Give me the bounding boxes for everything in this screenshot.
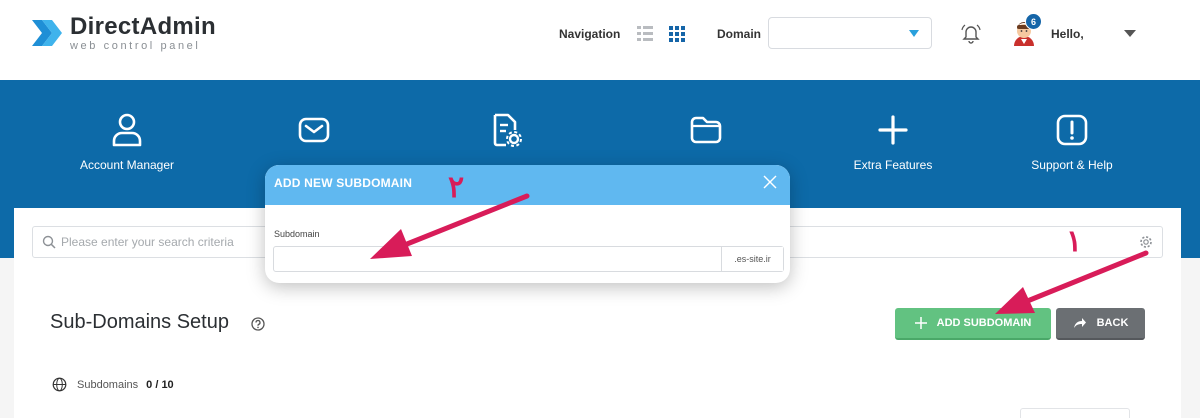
grid-view-icon[interactable] <box>669 26 685 42</box>
user-menu-chevron-icon[interactable] <box>1124 30 1136 37</box>
gear-icon[interactable] <box>1139 235 1153 249</box>
menu-item-files[interactable] <box>616 112 796 158</box>
modal-header: ADD NEW SUBDOMAIN <box>265 165 790 205</box>
subdomain-field: .es-site.ir <box>273 246 784 272</box>
step-number-1: ۱ <box>1066 224 1083 259</box>
subdomain-field-label: Subdomain <box>274 229 320 239</box>
back-button[interactable]: BACK <box>1056 308 1145 340</box>
logo-icon <box>32 20 62 46</box>
table-control[interactable] <box>1020 408 1130 418</box>
notification-bell-icon[interactable] <box>960 22 982 44</box>
directadmin-logo[interactable]: DirectAdmin web control panel <box>30 14 216 52</box>
back-label: BACK <box>1096 317 1129 329</box>
search-icon <box>42 235 56 249</box>
top-header: DirectAdmin web control panel Navigation… <box>0 0 1200 80</box>
notification-badge: 6 <box>1025 13 1042 30</box>
user-greeting[interactable]: Hello, <box>1051 27 1084 41</box>
user-icon <box>112 113 142 147</box>
logo-subtitle: web control panel <box>70 40 201 52</box>
share-arrow-icon <box>1073 318 1086 328</box>
subdomains-usage: Subdomains 0 / 10 <box>52 377 174 392</box>
list-view-icon[interactable] <box>637 26 653 41</box>
step-number-2: ۲ <box>448 170 465 205</box>
logo-title: DirectAdmin <box>70 13 216 40</box>
add-subdomain-modal: ADD NEW SUBDOMAIN Subdomain .es-site.ir <box>265 165 790 283</box>
plus-icon <box>878 115 908 145</box>
menu-label: Account Manager <box>79 158 175 172</box>
menu-item-extra-features[interactable]: Extra Features <box>803 112 983 172</box>
folder-icon <box>690 116 722 144</box>
subdomain-input[interactable] <box>274 247 720 271</box>
menu-item-account-manager[interactable]: Account Manager <box>37 112 217 172</box>
add-subdomain-label: ADD SUBDOMAIN <box>936 317 1032 329</box>
modal-title: ADD NEW SUBDOMAIN <box>274 176 413 190</box>
menu-item-system-info[interactable] <box>416 112 596 158</box>
menu-label: Support & Help <box>1031 158 1113 172</box>
navigation-label: Navigation <box>559 27 621 41</box>
domain-label: Domain <box>717 27 762 41</box>
chevron-down-icon <box>909 30 919 37</box>
domain-select[interactable] <box>768 17 932 49</box>
menu-label: Extra Features <box>853 158 933 172</box>
add-subdomain-button[interactable]: ADD SUBDOMAIN <box>895 308 1051 340</box>
plus-icon <box>914 317 927 329</box>
alert-icon <box>1056 114 1088 146</box>
page-title: Sub-Domains Setup <box>50 311 229 333</box>
subdomains-count: 0 / 10 <box>146 378 174 391</box>
menu-item-email[interactable] <box>224 112 404 158</box>
domain-suffix: .es-site.ir <box>721 247 783 271</box>
globe-icon <box>52 377 67 392</box>
menu-item-support-help[interactable]: Support & Help <box>982 112 1162 172</box>
mail-icon <box>298 117 330 143</box>
help-icon[interactable] <box>251 317 265 331</box>
file-settings-icon <box>493 113 522 147</box>
close-icon[interactable] <box>763 175 777 189</box>
subdomains-label: Subdomains <box>77 378 139 391</box>
